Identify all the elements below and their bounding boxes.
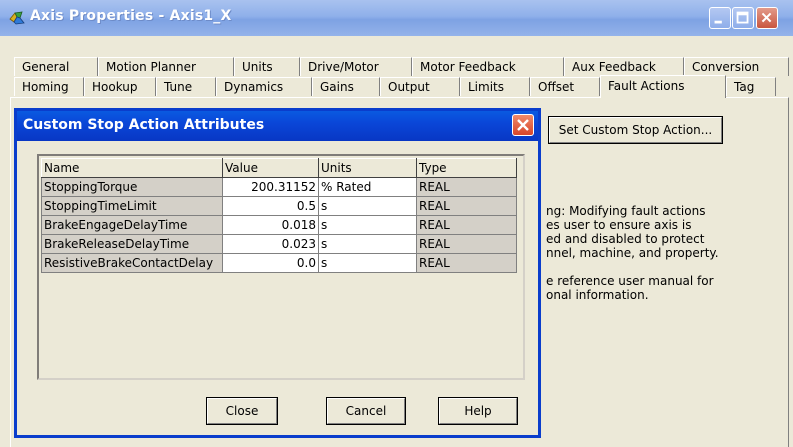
maximize-button[interactable] (732, 7, 754, 29)
dialog-title-bar[interactable]: Custom Stop Action Attributes (17, 111, 538, 141)
table-row[interactable]: BrakeEngageDelayTime 0.018 s REAL (41, 215, 517, 235)
window-title: Axis Properties - Axis1_X (30, 8, 232, 24)
attribute-units: % Rated (318, 177, 417, 197)
tab-motion-planner[interactable]: Motion Planner (98, 57, 234, 76)
warning-line: es user to ensure axis is (546, 218, 692, 232)
tab-label: Output (388, 80, 430, 94)
dialog-close-button[interactable] (512, 114, 534, 136)
attribute-units: s (318, 234, 417, 254)
minimize-icon (714, 20, 722, 24)
window-close-button[interactable] (756, 7, 778, 29)
tab-label: Motor Feedback (420, 60, 516, 74)
tab-tag[interactable]: Tag (726, 77, 776, 96)
attribute-type: REAL (416, 215, 517, 235)
attribute-value[interactable]: 0.018 (222, 215, 319, 235)
tab-units[interactable]: Units (234, 57, 300, 76)
attribute-name: BrakeReleaseDelayTime (41, 234, 223, 254)
column-header-units[interactable]: Units (318, 158, 417, 178)
tab-label: Tune (164, 80, 193, 94)
tab-label: Drive/Motor (308, 60, 379, 74)
attribute-value[interactable]: 0.0 (222, 253, 319, 273)
window-title-bar[interactable]: Axis Properties - Axis1_X (0, 0, 793, 36)
table-header-row: Name Value Units Type (41, 158, 517, 178)
table-row[interactable]: BrakeReleaseDelayTime 0.023 s REAL (41, 234, 517, 254)
attribute-units: s (318, 196, 417, 216)
attribute-name: BrakeEngageDelayTime (41, 215, 223, 235)
tab-label: Hookup (92, 80, 138, 94)
attribute-type: REAL (416, 234, 517, 254)
close-button[interactable]: Close (206, 397, 278, 425)
attribute-value[interactable]: 0.023 (222, 234, 319, 254)
column-header-type[interactable]: Type (416, 158, 517, 178)
attribute-type: REAL (416, 177, 517, 197)
warning-line: e reference user manual for (546, 274, 714, 288)
tab-homing[interactable]: Homing (14, 77, 84, 96)
minimize-button[interactable] (709, 7, 731, 29)
tab-label: General (22, 60, 70, 74)
tab-label: Aux Feedback (572, 60, 656, 74)
close-icon (761, 12, 772, 23)
warning-line: ng: Modifying fault actions (546, 204, 706, 218)
warning-line: nnel, machine, and property. (546, 246, 719, 260)
help-button[interactable]: Help (438, 397, 518, 425)
custom-stop-action-dialog: Custom Stop Action Attributes Name Value… (14, 108, 541, 438)
table-row[interactable]: StoppingTimeLimit 0.5 s REAL (41, 196, 517, 216)
attribute-units: s (318, 215, 417, 235)
tab-drive-motor[interactable]: Drive/Motor (300, 57, 412, 76)
tab-label: Limits (468, 80, 504, 94)
table-row[interactable]: StoppingTorque 200.31152 % Rated REAL (41, 177, 517, 197)
tab-output[interactable]: Output (380, 77, 460, 96)
tab-label: Fault Actions (608, 79, 685, 93)
table-row[interactable]: ResistiveBrakeContactDelay 0.0 s REAL (41, 253, 517, 273)
warning-line: ed and disabled to protect (546, 232, 705, 246)
set-custom-stop-action-button[interactable]: Set Custom Stop Action... (548, 116, 723, 144)
tab-label: Motion Planner (106, 60, 196, 74)
attribute-value[interactable]: 0.5 (222, 196, 319, 216)
button-label: Close (225, 404, 259, 418)
tab-label: Offset (538, 80, 575, 94)
attribute-value[interactable]: 200.31152 (222, 177, 319, 197)
attribute-type: REAL (416, 253, 517, 273)
tab-hookup[interactable]: Hookup (84, 77, 156, 96)
tab-motor-feedback[interactable]: Motor Feedback (412, 57, 564, 76)
tab-fault-actions[interactable]: Fault Actions (600, 75, 726, 98)
tab-general[interactable]: General (14, 57, 98, 76)
axis-properties-icon (9, 11, 25, 25)
tab-limits[interactable]: Limits (460, 77, 530, 96)
attributes-grid: Name Value Units Type StoppingTorque 200… (37, 154, 525, 380)
warning-line: onal information. (546, 288, 649, 302)
tab-label: Gains (320, 80, 354, 94)
tab-label: Dynamics (224, 80, 284, 94)
tab-aux-feedback[interactable]: Aux Feedback (564, 57, 684, 76)
attributes-table: Name Value Units Type StoppingTorque 200… (41, 158, 517, 273)
maximize-icon (736, 11, 749, 24)
axis-properties-window: Axis Properties - Axis1_X General Motion… (0, 0, 793, 447)
tab-gains[interactable]: Gains (312, 77, 380, 96)
tab-label: Homing (22, 80, 69, 94)
button-label: Set Custom Stop Action... (558, 123, 713, 137)
warning-note: ng: Modifying fault actions es user to e… (546, 200, 732, 322)
attribute-type: REAL (416, 196, 517, 216)
attribute-name: StoppingTorque (41, 177, 223, 197)
tab-label: Tag (734, 80, 755, 94)
cancel-button[interactable]: Cancel (326, 397, 406, 425)
button-label: Help (464, 404, 492, 418)
column-header-value[interactable]: Value (222, 158, 319, 178)
dialog-title: Custom Stop Action Attributes (23, 117, 265, 133)
attribute-name: ResistiveBrakeContactDelay (41, 253, 223, 273)
attribute-units: s (318, 253, 417, 273)
button-label: Cancel (345, 404, 387, 418)
attribute-name: StoppingTimeLimit (41, 196, 223, 216)
tab-offset[interactable]: Offset (530, 77, 600, 96)
tab-dynamics[interactable]: Dynamics (216, 77, 312, 96)
tab-label: Conversion (692, 60, 760, 74)
close-icon (517, 119, 529, 131)
tab-label: Units (242, 60, 273, 74)
tab-tune[interactable]: Tune (156, 77, 216, 96)
tab-conversion[interactable]: Conversion (684, 57, 789, 76)
column-header-name[interactable]: Name (41, 158, 223, 178)
